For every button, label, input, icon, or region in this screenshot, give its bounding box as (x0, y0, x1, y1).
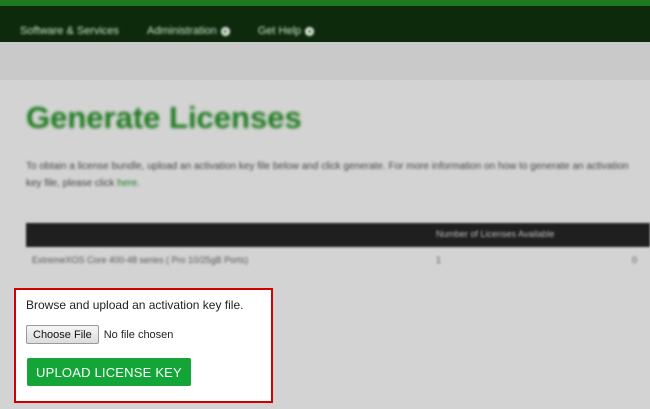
sub-header-bar (0, 42, 650, 80)
upload-instructions: Browse and upload an activation key file… (26, 298, 244, 312)
license-table-header: Number of Licenses Available (26, 223, 650, 247)
license-name: ExtremeXOS Core 400-48 series ( Pro 10/2… (32, 255, 249, 265)
nav-item-administration[interactable]: Administration + (147, 25, 230, 37)
table-row: ExtremeXOS Core 400-48 series ( Pro 10/2… (26, 247, 650, 273)
license-value: 0 (632, 255, 638, 265)
license-table: Number of Licenses Available ExtremeXOS … (26, 223, 650, 273)
column-header-available: Number of Licenses Available (436, 229, 555, 239)
plus-icon: + (305, 26, 315, 36)
upload-panel: Browse and upload an activation key file… (14, 288, 273, 403)
nav-item-label: Administration (147, 25, 217, 37)
plus-icon: + (220, 26, 230, 36)
nav-item-software-services[interactable]: Software & Services (20, 25, 119, 37)
nav-item-get-help[interactable]: Get Help + (257, 25, 315, 37)
top-nav-bar: Software & Services Administration + Get… (0, 0, 650, 42)
choose-file-button[interactable]: Choose File (26, 325, 99, 344)
help-link[interactable]: here (117, 178, 137, 189)
intro-text: To obtain a license bundle, upload an ac… (26, 158, 641, 192)
main-nav: Software & Services Administration + Get… (20, 25, 315, 37)
page-title: Generate Licenses (26, 100, 302, 135)
file-input-row: Choose File No file chosen (26, 325, 173, 344)
nav-item-label: Get Help (257, 25, 302, 37)
nav-item-label: Software & Services (20, 25, 120, 37)
intro-end: . (137, 178, 140, 189)
file-status: No file chosen (103, 328, 174, 341)
license-available: 1 (436, 255, 442, 265)
upload-license-key-button[interactable]: UPLOAD LICENSE KEY (27, 358, 191, 386)
